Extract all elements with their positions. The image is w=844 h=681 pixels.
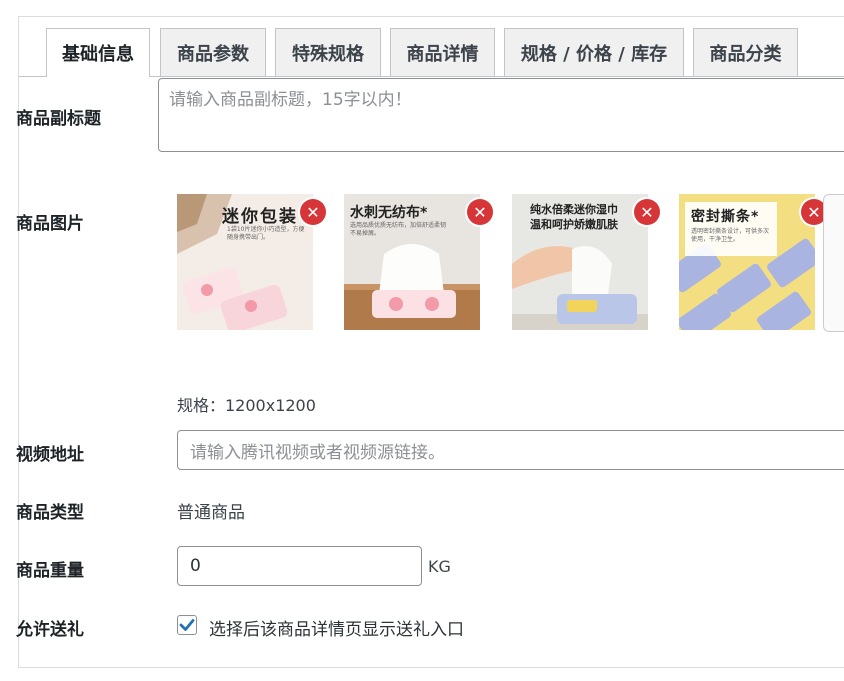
tab-spec-price-stock[interactable]: 规格 / 价格 / 库存 <box>504 28 684 76</box>
gift-checkbox[interactable] <box>177 615 197 635</box>
tab-product-category[interactable]: 商品分类 <box>693 28 798 76</box>
video-label: 视频地址 <box>16 445 84 465</box>
image-1-subtitle: 1袋10片迷你小巧造型，方便随身携带出门。 <box>227 226 305 241</box>
product-image-3[interactable]: 纯水倍柔迷你湿巾 温和呵护娇嫩肌肤 <box>512 194 648 330</box>
tab-bar: 基础信息 商品参数 特殊规格 商品详情 规格 / 价格 / 库存 商品分类 <box>19 17 844 77</box>
tab-product-params[interactable]: 商品参数 <box>160 28 266 76</box>
product-image-1[interactable]: 迷你包装 1袋10片迷你小巧造型，方便随身携带出门。 <box>177 194 313 330</box>
delete-image-2-button[interactable]: ✕ <box>467 199 493 225</box>
images-label: 商品图片 <box>16 214 84 234</box>
image-3-title: 纯水倍柔迷你湿巾 温和呵护娇嫩肌肤 <box>530 203 618 231</box>
product-image-2[interactable]: 水刺无纺布* 选用品质优质无纺布，加倍舒适柔韧不易掉屑。 <box>344 194 480 330</box>
close-icon: ✕ <box>306 202 320 222</box>
gift-label: 允许送礼 <box>16 620 84 640</box>
delete-image-3-button[interactable]: ✕ <box>634 199 660 225</box>
subtitle-textarea[interactable]: 请输入商品副标题，15字以内！ <box>158 78 844 152</box>
image-4-subtitle: 透明密封撕条设计，可供多次使用，干净卫生。 <box>691 228 770 243</box>
weight-unit: KG <box>428 557 451 576</box>
image-4-title: 密封撕条* <box>691 209 760 225</box>
image-2-title: 水刺无纺布* <box>350 205 428 221</box>
delete-image-1-button[interactable]: ✕ <box>300 199 326 225</box>
product-image-4[interactable]: 密封撕条* 透明密封撕条设计，可供多次使用，干净卫生。 <box>679 194 815 330</box>
close-icon: ✕ <box>640 202 654 222</box>
tab-product-details[interactable]: 商品详情 <box>390 28 495 76</box>
video-url-input[interactable]: 请输入腾讯视频或者视频源链接。 <box>177 430 844 470</box>
weight-label: 商品重量 <box>16 561 84 581</box>
tab-basic-info[interactable]: 基础信息 <box>46 28 150 77</box>
image-spec-hint: 规格：1200x1200 <box>177 396 316 415</box>
type-value: 普通商品 <box>177 503 245 523</box>
weight-input[interactable]: 0 <box>177 546 422 586</box>
image-1-title: 迷你包装 <box>222 207 298 227</box>
gift-checkbox-text[interactable]: 选择后该商品详情页显示送礼入口 <box>209 615 464 640</box>
type-label: 商品类型 <box>16 503 84 523</box>
checkmark-icon <box>179 619 195 631</box>
close-icon: ✕ <box>807 202 821 222</box>
tab-special-specs[interactable]: 特殊规格 <box>275 28 381 76</box>
subtitle-label: 商品副标题 <box>16 109 101 129</box>
next-image-peek[interactable] <box>823 194 844 332</box>
image-2-subtitle: 选用品质优质无纺布，加倍舒适柔韧不易掉屑。 <box>350 222 447 237</box>
close-icon: ✕ <box>473 202 487 222</box>
